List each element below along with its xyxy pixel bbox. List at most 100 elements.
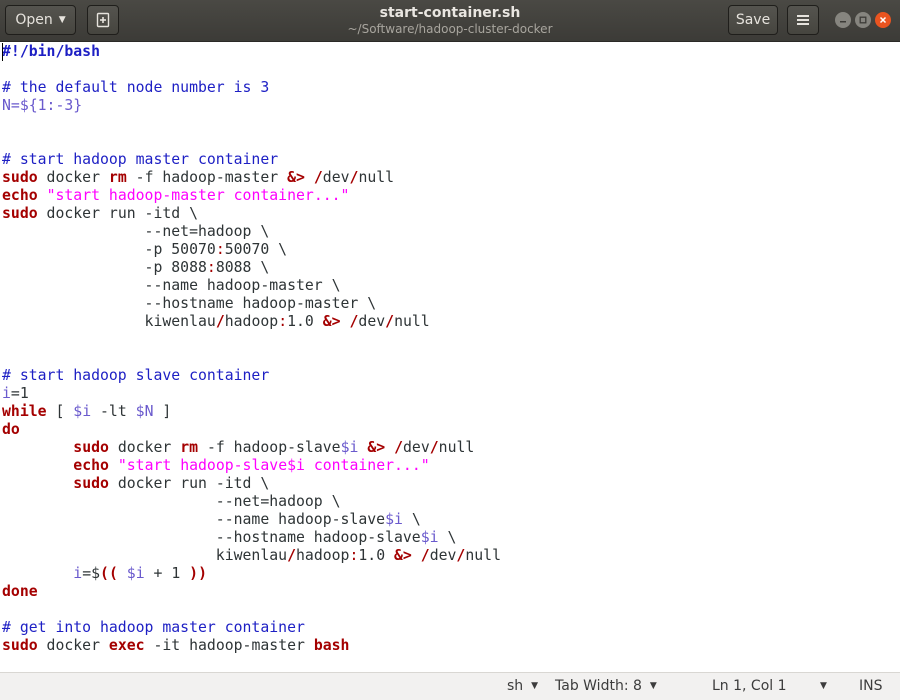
- code-token: --hostname hadoop-slave: [2, 529, 421, 546]
- code-token: :: [206, 259, 216, 276]
- code-token: 1.0: [358, 547, 395, 564]
- code-token: sudo: [2, 205, 38, 222]
- code-view[interactable]: #!/bin/bash​# the default node number is…: [2, 43, 501, 655]
- code-line[interactable]: # start hadoop slave container: [2, 367, 501, 385]
- editor-area[interactable]: #!/bin/bash​# the default node number is…: [0, 42, 900, 672]
- code-token: i: [2, 385, 11, 402]
- code-token: $i: [340, 439, 359, 456]
- code-token: docker: [37, 637, 109, 654]
- maximize-icon[interactable]: [855, 12, 871, 28]
- code-token: /: [385, 313, 395, 330]
- code-token: :: [278, 313, 288, 330]
- code-token: # start hadoop master container: [2, 151, 279, 168]
- code-token: $N: [135, 403, 154, 420]
- window-subtitle: ~/Software/hadoop-cluster-docker: [347, 22, 553, 36]
- code-line[interactable]: i=1: [2, 385, 501, 403]
- cursor-position-label: Ln 1, Col 1: [712, 678, 787, 694]
- code-line[interactable]: ​: [2, 133, 501, 151]
- code-line[interactable]: echo "start hadoop-slave$i container...": [2, 457, 501, 475]
- tab-width-selector[interactable]: Tab Width: 8 ▼: [555, 678, 657, 694]
- code-token: null: [465, 547, 501, 564]
- save-label: Save: [735, 12, 771, 28]
- code-line[interactable]: ​: [2, 115, 501, 133]
- code-line[interactable]: do: [2, 421, 501, 439]
- code-line[interactable]: echo "start hadoop-master container...": [2, 187, 501, 205]
- cursor-position[interactable]: Ln 1, Col 1: [712, 678, 787, 694]
- code-line[interactable]: ​: [2, 601, 501, 619]
- code-token: null: [358, 169, 395, 186]
- code-token: &>: [367, 439, 386, 456]
- code-line[interactable]: done: [2, 583, 501, 601]
- code-line[interactable]: --net=hadoop \: [2, 223, 501, 241]
- header-bar: Open ▼ start-container.sh ~/Software/had…: [0, 0, 900, 42]
- code-line[interactable]: --hostname hadoop-slave$i \: [2, 529, 501, 547]
- code-line[interactable]: -p 8088:8088 \: [2, 259, 501, 277]
- chevron-down-icon: ▼: [58, 15, 66, 25]
- code-line[interactable]: --net=hadoop \: [2, 493, 501, 511]
- code-token: /: [456, 547, 466, 564]
- code-line[interactable]: i=$(( $i + 1 )): [2, 565, 501, 583]
- code-token: do: [2, 421, 20, 438]
- code-token: # start hadoop slave container: [2, 367, 270, 384]
- code-line[interactable]: --hostname hadoop-master \: [2, 295, 501, 313]
- code-line[interactable]: -p 50070:50070 \: [2, 241, 501, 259]
- code-token: /: [313, 169, 323, 186]
- code-token: 50070 \: [224, 241, 288, 258]
- code-token: \: [438, 529, 457, 546]
- code-line[interactable]: ​: [2, 349, 501, 367]
- code-token: -it hadoop-master: [144, 637, 314, 654]
- code-line[interactable]: # the default node number is 3: [2, 79, 501, 97]
- code-token: sudo: [73, 475, 109, 492]
- code-token: 8088 \: [215, 259, 270, 276]
- code-token: \: [402, 511, 421, 528]
- save-button[interactable]: Save: [728, 5, 778, 35]
- code-line[interactable]: --name hadoop-master \: [2, 277, 501, 295]
- code-line[interactable]: # get into hadoop master container: [2, 619, 501, 637]
- code-line[interactable]: while [ $i -lt $N ]: [2, 403, 501, 421]
- code-token: + 1: [144, 565, 190, 582]
- code-token: -f hadoop-slave: [198, 439, 341, 456]
- code-line[interactable]: ​: [2, 61, 501, 79]
- code-line[interactable]: #!/bin/bash: [2, 43, 501, 61]
- code-line[interactable]: kiwenlau/hadoop:1.0 &> /dev/null: [2, 547, 501, 565]
- code-line[interactable]: N=${1:-3}: [2, 97, 501, 115]
- code-token: hadoop: [224, 313, 279, 330]
- code-line[interactable]: # start hadoop master container: [2, 151, 501, 169]
- code-line[interactable]: sudo docker rm -f hadoop-slave$i &> /dev…: [2, 439, 501, 457]
- code-token: -p 8088: [2, 259, 207, 276]
- chevron-down-icon[interactable]: ▼: [820, 681, 827, 691]
- code-line[interactable]: sudo docker rm -f hadoop-master &> /dev/…: [2, 169, 501, 187]
- code-token: docker: [37, 169, 109, 186]
- language-selector[interactable]: sh ▼: [507, 678, 538, 694]
- code-line[interactable]: sudo docker run -itd \: [2, 205, 501, 223]
- code-token: "start hadoop-master container...": [46, 187, 350, 204]
- code-line[interactable]: sudo docker run -itd \: [2, 475, 501, 493]
- code-line[interactable]: sudo docker exec -it hadoop-master bash: [2, 637, 501, 655]
- code-token: &>: [287, 169, 305, 186]
- new-document-button[interactable]: [87, 5, 119, 35]
- code-token: kiwenlau: [2, 547, 288, 564]
- menu-button[interactable]: [787, 5, 819, 35]
- code-token: --net=hadoop \: [2, 493, 341, 510]
- code-token: done: [2, 583, 38, 600]
- minimize-icon[interactable]: [835, 12, 851, 28]
- code-token: /: [420, 547, 430, 564]
- code-line[interactable]: ​: [2, 331, 501, 349]
- code-line[interactable]: kiwenlau/hadoop:1.0 &> /dev/null: [2, 313, 501, 331]
- close-icon[interactable]: [875, 12, 891, 28]
- new-document-icon: [96, 12, 110, 28]
- code-token: =1: [10, 385, 29, 402]
- code-token: /: [394, 439, 403, 456]
- open-button[interactable]: Open ▼: [5, 5, 76, 35]
- code-token: dev: [403, 439, 430, 456]
- code-line[interactable]: --name hadoop-slave$i \: [2, 511, 501, 529]
- code-token: $i: [385, 511, 403, 528]
- code-token: dev: [358, 313, 386, 330]
